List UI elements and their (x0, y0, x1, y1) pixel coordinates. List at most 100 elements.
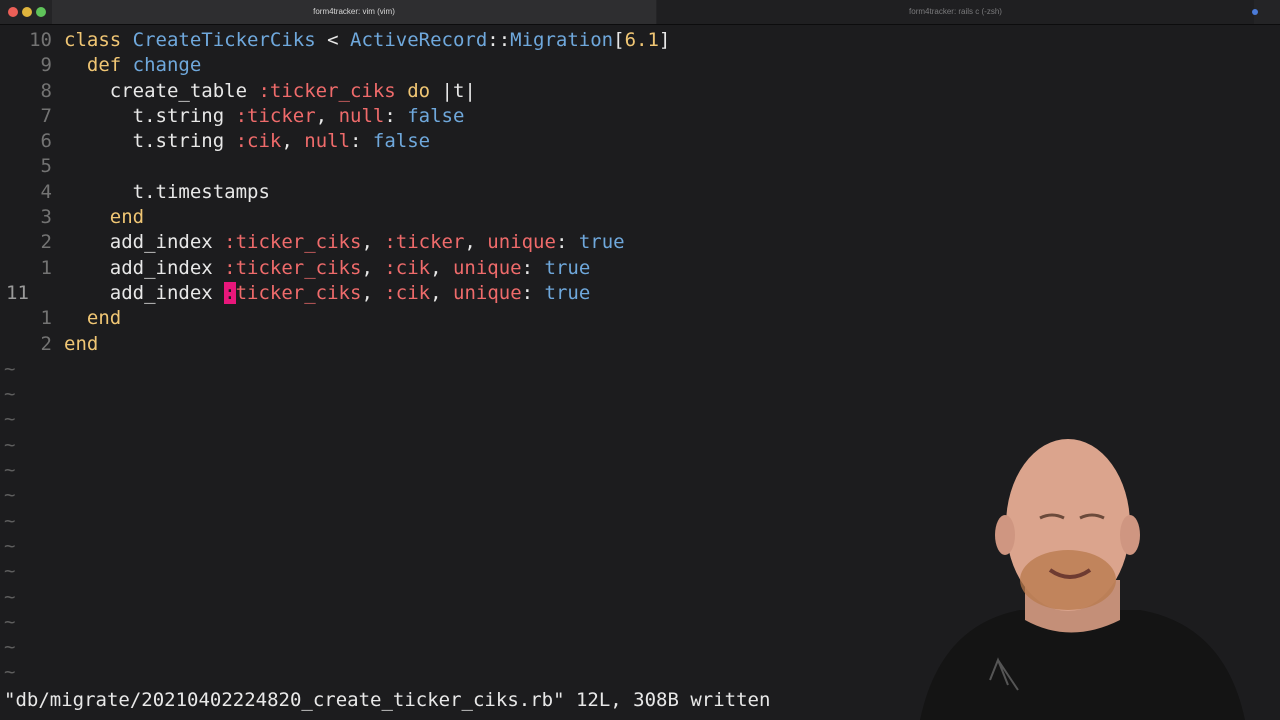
code-token: def (64, 54, 133, 77)
code-token: CreateTickerCiks (132, 29, 316, 51)
code-text: def change (64, 53, 201, 78)
code-line[interactable]: 6 t.string :cik, null: false (0, 129, 1280, 154)
code-token: create_table (64, 79, 259, 102)
code-token: ticker_ciks (235, 281, 362, 304)
empty-buffer-line: ~ (0, 357, 1280, 382)
code-token: true (544, 281, 591, 304)
minimize-window-button[interactable] (22, 7, 32, 17)
zoom-window-button[interactable] (36, 7, 46, 17)
code-line[interactable]: 2 end (0, 332, 1280, 357)
code-line[interactable]: 10 class CreateTickerCiks < ActiveRecord:… (0, 28, 1280, 53)
tab-activity-indicator-icon (1252, 9, 1258, 15)
code-token: , (361, 256, 385, 279)
tilde-marker: ~ (4, 383, 16, 406)
code-token: unique (487, 231, 556, 254)
empty-buffer-line: ~ (0, 382, 1280, 407)
code-text: end (64, 306, 121, 331)
code-token: end (64, 206, 145, 229)
relative-line-number: 2 (40, 231, 52, 254)
relative-line-number: 4 (40, 180, 52, 203)
tilde-marker: ~ (4, 534, 16, 557)
code-token: , (464, 231, 488, 254)
tilde-marker: ~ (4, 459, 16, 482)
code-text: t.string :cik, null: false (64, 129, 430, 154)
code-token: : (350, 130, 373, 153)
tilde-marker: ~ (4, 408, 16, 431)
current-line-number: 11 (6, 281, 29, 304)
code-token: , (430, 281, 453, 304)
code-token: |t| (430, 79, 476, 102)
relative-line-number: 1 (40, 307, 52, 330)
code-token: :cik (384, 281, 431, 304)
code-line[interactable]: 8 create_table :ticker_ciks do |t| (0, 79, 1280, 104)
terminal-title-bar: form4tracker: vim (vim) form4tracker: ra… (0, 0, 1280, 25)
code-token: :ticker_ciks (224, 256, 362, 279)
code-token: , (315, 104, 339, 127)
code-token: true (544, 256, 591, 279)
relative-line-number: 3 (40, 206, 52, 229)
code-token: ActiveRecord (350, 29, 488, 51)
code-token: do (395, 79, 431, 102)
code-token: true (578, 231, 625, 254)
code-line[interactable]: 7 t.string :ticker, null: false (0, 104, 1280, 129)
code-text: t.string :ticker, null: false (64, 104, 465, 129)
tilde-marker: ~ (4, 509, 16, 532)
relative-line-number: 9 (40, 54, 52, 77)
code-token: :ticker (384, 231, 465, 254)
code-token: :ticker (235, 104, 316, 127)
close-window-button[interactable] (8, 7, 18, 17)
code-token: add_index (64, 256, 225, 279)
code-line[interactable]: 1 end (0, 306, 1280, 331)
tilde-marker: ~ (4, 560, 16, 583)
tab-vim[interactable]: form4tracker: vim (vim) (52, 0, 656, 24)
relative-line-number: 8 (40, 79, 52, 102)
code-line[interactable]: 2 add_index :ticker_ciks, :ticker, uniqu… (0, 230, 1280, 255)
code-token: , (281, 130, 305, 153)
relative-line-number: 2 (40, 332, 52, 355)
code-token: , (430, 256, 453, 279)
code-token: 6.1 (624, 29, 659, 51)
code-text: t.timestamps (64, 180, 270, 205)
relative-line-number: 5 (40, 155, 52, 178)
code-line[interactable]: 4 t.timestamps (0, 180, 1280, 205)
code-text: add_index :ticker_ciks, :ticker, unique:… (64, 230, 625, 255)
code-token: t.string (64, 104, 236, 127)
code-text: add_index :ticker_ciks, :cik, unique: tr… (64, 281, 590, 306)
code-token: [ (613, 29, 625, 51)
code-token: , (361, 281, 385, 304)
code-token: :: (487, 29, 511, 51)
code-token: :cik (384, 256, 431, 279)
code-text: add_index :ticker_ciks, :cik, unique: tr… (64, 256, 591, 281)
tilde-marker: ~ (4, 357, 16, 380)
code-token: :ticker_ciks (258, 79, 396, 102)
vim-status-line: "db/migrate/20210402224820_create_ticker… (4, 689, 771, 711)
code-text: create_table :ticker_ciks do |t| (64, 79, 476, 104)
code-text: end (64, 332, 98, 357)
code-token: class (64, 29, 133, 51)
code-token: end (64, 332, 99, 355)
tilde-marker: ~ (4, 585, 16, 608)
relative-line-number: 7 (40, 104, 52, 127)
code-line[interactable]: 3 end (0, 205, 1280, 230)
code-line[interactable]: 9 def change (0, 53, 1280, 78)
code-token: end (64, 307, 122, 330)
code-token: :ticker_ciks (224, 231, 362, 254)
tilde-marker: ~ (4, 610, 16, 633)
code-token: : (555, 231, 579, 254)
code-line[interactable]: 5 (0, 154, 1280, 179)
code-token: unique (453, 281, 522, 304)
empty-buffer-line: ~ (0, 407, 1280, 432)
tab-rails-console[interactable]: form4tracker: rails c (-zsh) (657, 0, 1254, 24)
code-line[interactable]: 11 add_index :ticker_ciks, :cik, unique:… (0, 281, 1280, 306)
code-token: < (315, 29, 350, 51)
code-text: class CreateTickerCiks < ActiveRecord::M… (64, 28, 670, 53)
code-token: change (132, 54, 202, 77)
code-line[interactable]: 1 add_index :ticker_ciks, :cik, unique: … (0, 256, 1280, 281)
tilde-marker: ~ (4, 484, 16, 507)
code-token: unique (452, 256, 522, 279)
text-cursor: : (224, 281, 236, 304)
code-token: : (521, 281, 545, 304)
code-token: ] (658, 29, 671, 51)
code-token: :cik (235, 130, 282, 153)
code-token: null (304, 130, 351, 153)
